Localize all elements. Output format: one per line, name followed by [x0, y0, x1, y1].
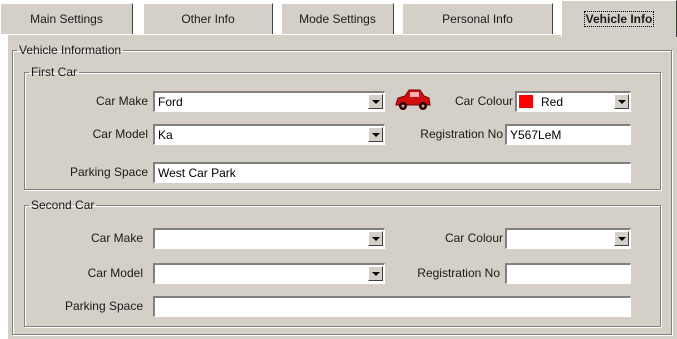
tab-label: Personal Info — [442, 12, 513, 26]
tab-vehicle-info[interactable]: Vehicle Info — [561, 0, 677, 37]
car-make-label: Car Make — [95, 94, 148, 108]
second-registration-no-input[interactable] — [505, 263, 631, 284]
tab-label: Vehicle Info — [583, 11, 655, 27]
group-title: Second Car — [31, 198, 95, 212]
parking-space-input[interactable]: West Car Park — [153, 162, 631, 183]
car-colour-value: Red — [541, 95, 564, 109]
dropdown-button[interactable] — [614, 231, 629, 246]
second-car-model-select[interactable] — [153, 263, 385, 284]
second-parking-space-input[interactable] — [153, 296, 631, 317]
chevron-down-icon — [372, 237, 380, 241]
tab-label: Mode Settings — [299, 12, 376, 26]
car-colour-select[interactable]: Red — [515, 91, 631, 112]
tab-other-info[interactable]: Other Info — [143, 3, 273, 34]
registration-no-label: Registration No — [420, 127, 503, 141]
car-model-value: Ka — [158, 128, 173, 142]
group-title: First Car — [31, 65, 77, 79]
dropdown-button[interactable] — [368, 266, 383, 281]
chevron-down-icon — [372, 272, 380, 276]
chevron-down-icon — [618, 100, 626, 104]
car-model-select[interactable]: Ka — [153, 124, 385, 145]
tab-mode-settings[interactable]: Mode Settings — [281, 3, 394, 34]
second-parking-space-label: Parking Space — [64, 299, 143, 313]
colour-swatch — [519, 95, 533, 108]
dropdown-button[interactable] — [368, 94, 383, 109]
second-car-model-label: Car Model — [87, 266, 143, 280]
car-model-label: Car Model — [92, 127, 148, 141]
registration-no-input[interactable]: Y567LeM — [505, 124, 631, 145]
chevron-down-icon — [372, 133, 380, 137]
tab-panel-vehicle-info: Vehicle Information First Car Car Make F… — [7, 34, 677, 339]
dropdown-button[interactable] — [368, 231, 383, 246]
tab-strip: Main Settings Other Info Mode Settings P… — [0, 0, 677, 37]
dropdown-button[interactable] — [368, 127, 383, 142]
tab-label: Main Settings — [30, 12, 103, 26]
tab-label: Other Info — [181, 12, 235, 26]
car-make-select[interactable]: Ford — [153, 91, 385, 112]
second-registration-no-label: Registration No — [417, 266, 500, 280]
second-car-colour-select[interactable] — [505, 228, 631, 249]
chevron-down-icon — [618, 237, 626, 241]
tab-personal-info[interactable]: Personal Info — [402, 3, 553, 34]
chevron-down-icon — [372, 100, 380, 104]
car-colour-label: Car Colour — [454, 94, 513, 108]
tab-main-settings[interactable]: Main Settings — [0, 3, 133, 34]
second-car-colour-label: Car Colour — [444, 231, 503, 245]
group-title: Vehicle Information — [19, 43, 122, 57]
second-car-make-select[interactable] — [153, 228, 385, 249]
dropdown-button[interactable] — [614, 94, 629, 109]
parking-space-label: Parking Space — [69, 165, 148, 179]
car-make-value: Ford — [158, 95, 183, 109]
second-car-make-label: Car Make — [90, 231, 143, 245]
